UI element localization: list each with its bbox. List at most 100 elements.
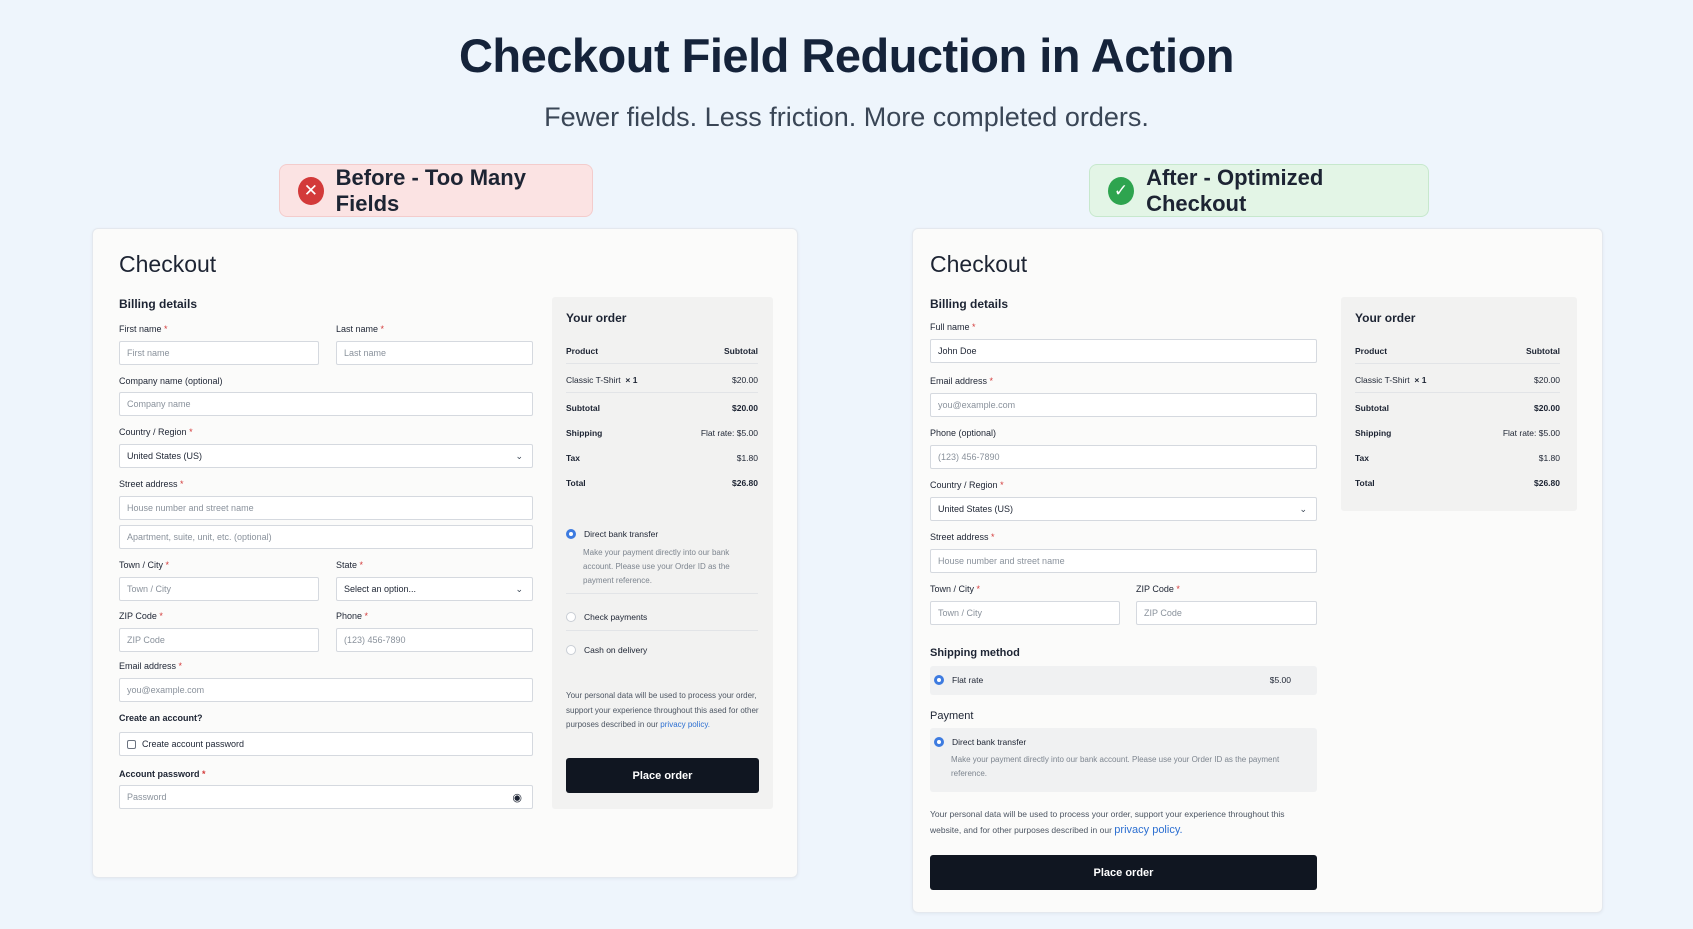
shipping-option[interactable]: Flat rate $5.00 bbox=[930, 666, 1317, 695]
shipping-row: Shipping Flat rate: $5.00 bbox=[566, 428, 758, 438]
chevron-down-icon: ⌄ bbox=[515, 584, 523, 594]
tax-label: Tax bbox=[566, 453, 581, 463]
shipping-label: Shipping bbox=[566, 428, 603, 438]
street-input[interactable]: House number and street name bbox=[119, 496, 533, 520]
shipping-label: Shipping bbox=[1355, 428, 1392, 438]
privacy-link[interactable]: privacy policy. bbox=[660, 720, 710, 729]
order-title: Your order bbox=[1355, 311, 1416, 325]
street2-input[interactable]: Apartment, suite, unit, etc. (optional) bbox=[119, 525, 533, 549]
zip-label: ZIP Code * bbox=[119, 611, 163, 621]
tax-value: $1.80 bbox=[1538, 453, 1560, 463]
radio-selected-icon[interactable] bbox=[934, 737, 944, 747]
privacy-notice: Your personal data will be used to proce… bbox=[930, 806, 1315, 838]
billing-title: Billing details bbox=[119, 297, 198, 311]
payment-check-label: Check payments bbox=[584, 612, 648, 622]
zip-input[interactable]: ZIP Code bbox=[119, 628, 319, 652]
total-row: Total $26.80 bbox=[1355, 478, 1560, 488]
tax-row: Tax $1.80 bbox=[1355, 453, 1560, 463]
checkbox-icon[interactable] bbox=[127, 739, 136, 749]
before-checkout-card: Checkout Billing details First name * Fi… bbox=[92, 228, 798, 878]
company-label: Company name (optional) bbox=[119, 376, 223, 386]
payment-bank-desc: Make your payment directly into our bank… bbox=[951, 755, 1280, 778]
order-panel: Your order Product Subtotal Classic T-Sh… bbox=[1341, 297, 1577, 511]
order-header-row: Product Subtotal bbox=[566, 346, 758, 356]
zip-input[interactable]: ZIP Code bbox=[1136, 601, 1317, 625]
before-badge-label: Before - Too Many Fields bbox=[335, 164, 526, 216]
email-label: Email address * bbox=[930, 376, 994, 386]
radio-icon[interactable] bbox=[566, 645, 576, 655]
total-label: Total bbox=[566, 478, 586, 488]
item-price: $20.00 bbox=[732, 375, 758, 385]
phone-input[interactable]: (123) 456-7890 bbox=[930, 445, 1317, 469]
place-order-button[interactable]: Place order bbox=[930, 855, 1317, 890]
city-label: Town / City * bbox=[930, 584, 981, 594]
col-product: Product bbox=[1355, 346, 1388, 356]
payment-bank-option[interactable]: Direct bank transfer bbox=[566, 529, 658, 539]
place-order-button[interactable]: Place order bbox=[566, 758, 759, 793]
street-label: Street address * bbox=[119, 479, 184, 489]
email-input[interactable]: you@example.com bbox=[119, 678, 533, 702]
privacy-text: Your personal data will be used to proce… bbox=[930, 809, 1285, 835]
full-name-input[interactable]: John Doe bbox=[930, 339, 1317, 363]
last-name-input[interactable]: Last name bbox=[336, 341, 533, 365]
total-value: $26.80 bbox=[1534, 478, 1560, 488]
payment-check-option[interactable]: Check payments bbox=[566, 612, 647, 622]
x-circle-icon: ✕ bbox=[298, 176, 324, 205]
order-header-row: Product Subtotal bbox=[1355, 346, 1560, 356]
country-select[interactable]: United States (US) ⌄ bbox=[930, 497, 1317, 521]
email-label: Email address * bbox=[119, 661, 183, 671]
payment-bank-label: Direct bank transfer bbox=[952, 737, 1027, 747]
country-label: Country / Region * bbox=[930, 480, 1004, 490]
email-input[interactable]: you@example.com bbox=[930, 393, 1317, 417]
city-input[interactable]: Town / City bbox=[930, 601, 1120, 625]
order-title: Your order bbox=[566, 311, 627, 325]
country-value: United States (US) bbox=[938, 504, 1014, 514]
total-row: Total $26.80 bbox=[566, 478, 758, 488]
privacy-link[interactable]: privacy policy. bbox=[1114, 824, 1182, 836]
subtotal-label: Subtotal bbox=[1355, 403, 1389, 413]
payment-bank-desc: Make your payment directly into our bank… bbox=[583, 548, 730, 585]
phone-input[interactable]: (123) 456-7890 bbox=[336, 628, 533, 652]
shipping-price: $5.00 bbox=[1269, 675, 1291, 685]
payment-bank-option[interactable]: Direct bank transfer Make your payment d… bbox=[930, 728, 1317, 792]
state-label: State * bbox=[336, 560, 364, 570]
col-subtotal: Subtotal bbox=[1526, 346, 1560, 356]
zip-label: ZIP Code * bbox=[1136, 584, 1180, 594]
shipping-value: Flat rate: $5.00 bbox=[1502, 428, 1560, 438]
subtotal-label: Subtotal bbox=[566, 403, 600, 413]
checkout-title: Checkout bbox=[119, 251, 217, 277]
company-input[interactable]: Company name bbox=[119, 392, 533, 416]
password-input[interactable]: Password ◉ bbox=[119, 785, 533, 809]
checkout-title: Checkout bbox=[930, 251, 1028, 277]
after-badge: ✓ After - Optimized Checkout bbox=[1089, 164, 1429, 217]
state-select[interactable]: Select an option... ⌄ bbox=[336, 577, 533, 601]
state-value: Select an option... bbox=[344, 584, 417, 594]
create-account-checkbox[interactable]: Create account password bbox=[119, 732, 533, 756]
chevron-down-icon: ⌄ bbox=[1299, 504, 1307, 514]
shipping-method-title: Shipping method bbox=[930, 647, 1020, 659]
item-name: Classic T-Shirt bbox=[1355, 375, 1410, 385]
country-value: United States (US) bbox=[127, 451, 203, 461]
city-input[interactable]: Town / City bbox=[119, 577, 319, 601]
subtotal-row: Subtotal $20.00 bbox=[1355, 403, 1560, 413]
billing-title: Billing details bbox=[930, 297, 1009, 311]
eye-icon[interactable]: ◉ bbox=[512, 791, 522, 804]
item-qty: × 1 bbox=[625, 375, 638, 385]
first-name-input[interactable]: First name bbox=[119, 341, 319, 365]
tax-value: $1.80 bbox=[736, 453, 758, 463]
street-input[interactable]: House number and street name bbox=[930, 549, 1317, 573]
phone-label: Phone (optional) bbox=[930, 428, 997, 438]
radio-selected-icon[interactable] bbox=[566, 529, 576, 539]
privacy-notice: Your personal data will be used to proce… bbox=[566, 689, 760, 733]
country-select[interactable]: United States (US) ⌄ bbox=[119, 444, 533, 468]
create-account-checkbox-label: Create account password bbox=[142, 739, 245, 749]
order-panel: Your order Product Subtotal Classic T-Sh… bbox=[552, 297, 773, 809]
shipping-value: Flat rate: $5.00 bbox=[700, 428, 758, 438]
col-product: Product bbox=[566, 346, 599, 356]
last-name-label: Last name * bbox=[336, 324, 385, 334]
item-name: Classic T-Shirt bbox=[566, 375, 621, 385]
payment-cod-option[interactable]: Cash on delivery bbox=[566, 645, 647, 655]
after-checkout-card: Checkout Billing details Full name * Joh… bbox=[912, 228, 1603, 913]
radio-icon[interactable] bbox=[566, 612, 576, 622]
radio-selected-icon[interactable] bbox=[934, 675, 944, 685]
